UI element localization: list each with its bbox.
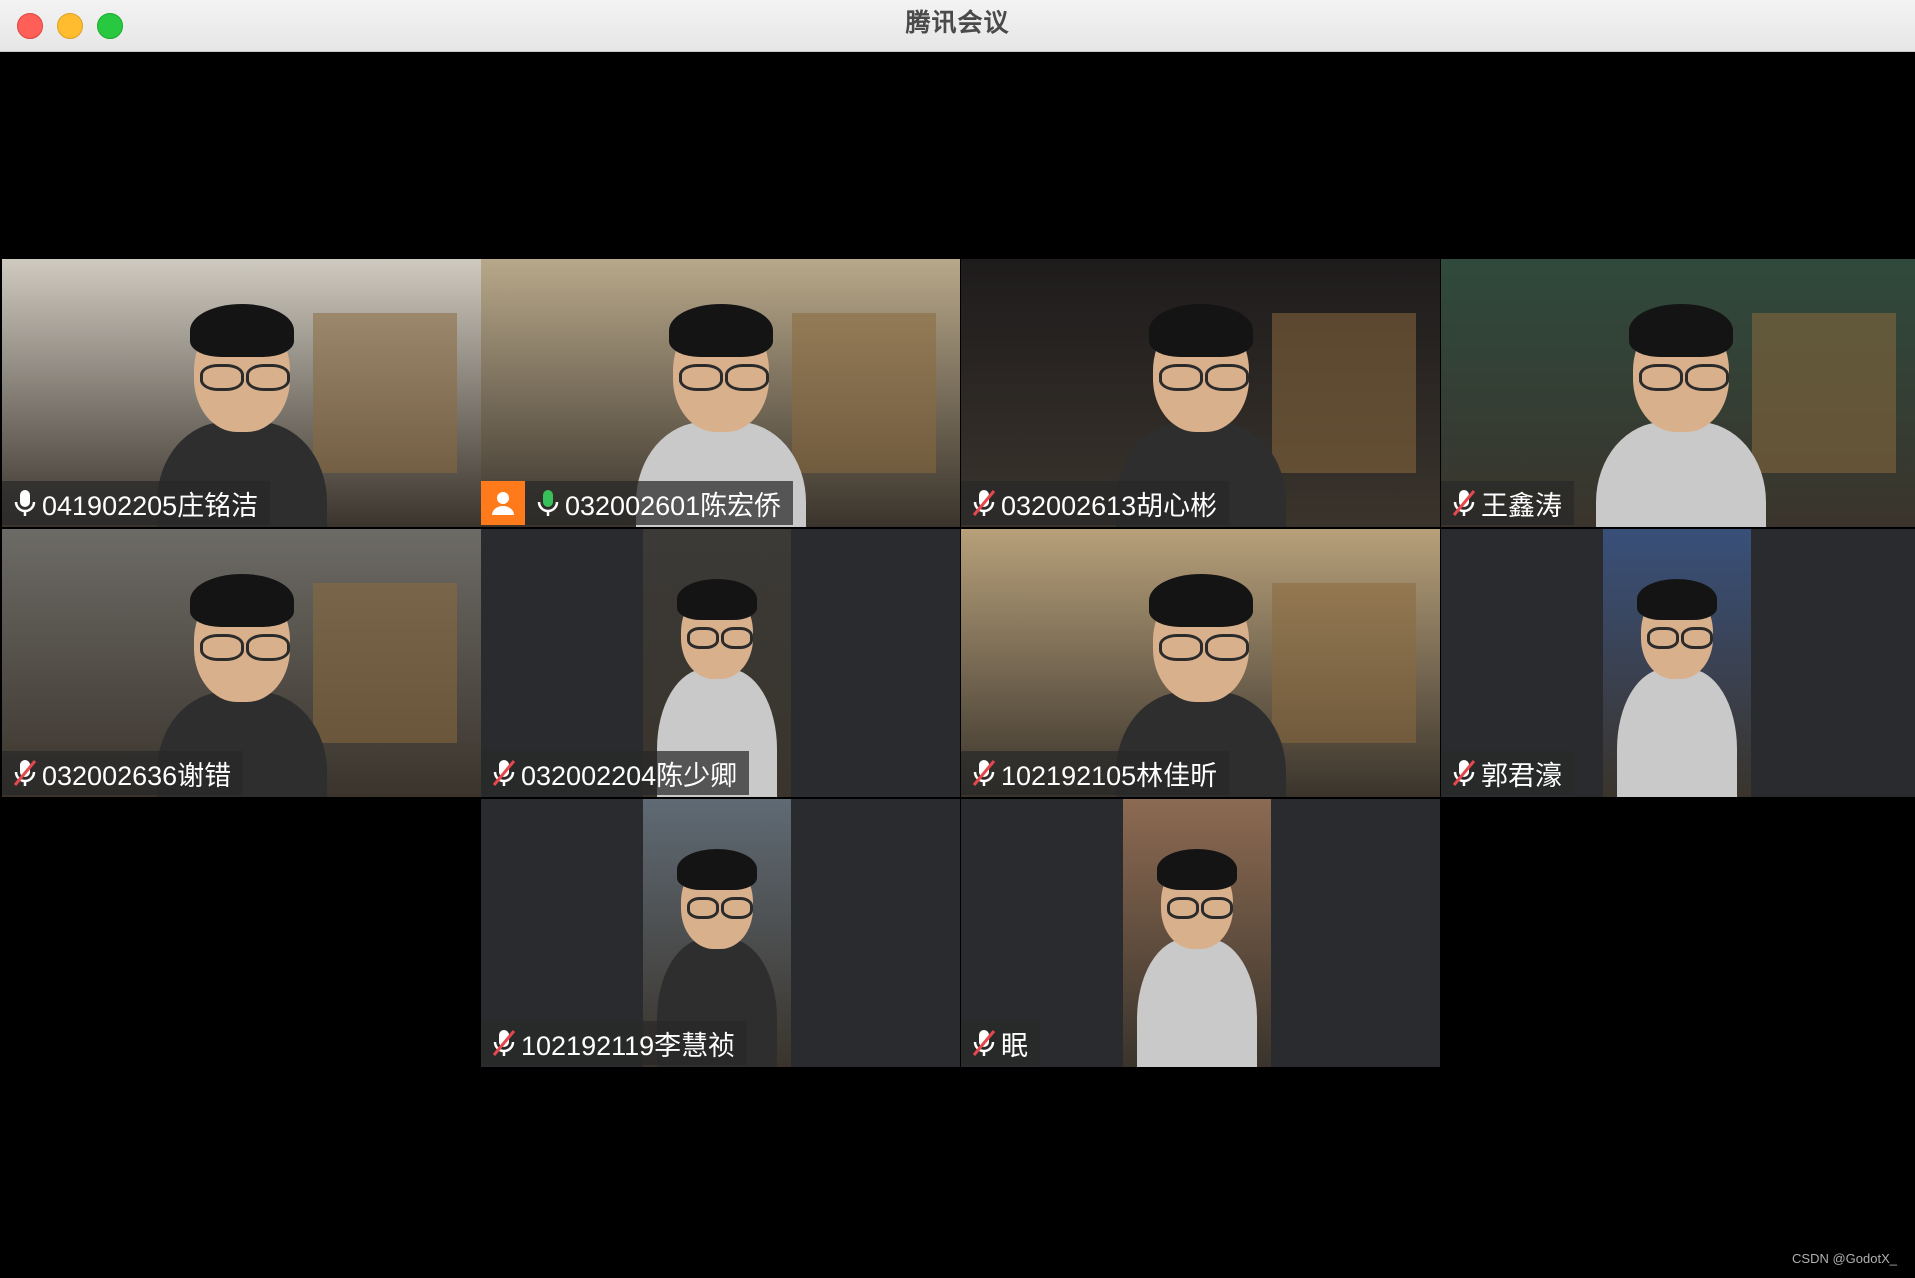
participant-tile[interactable]: 眠	[961, 799, 1440, 1067]
host-person-icon	[481, 481, 525, 525]
participant-tile[interactable]: 郭君濠	[1441, 529, 1915, 797]
participant-name: 041902205庄铭洁	[42, 490, 259, 521]
mic-muted-icon	[8, 758, 42, 788]
video-grid: 041902205庄铭洁 032002601陈宏侨 032002613胡心彬 王鑫涛 0…	[0, 259, 1915, 1069]
participant-name: 102192105林佳昕	[1001, 760, 1218, 791]
mic-muted-icon	[487, 758, 521, 788]
mic-muted-icon	[967, 1028, 1001, 1058]
participant-video	[1123, 799, 1271, 1067]
participant-name: 102192119李慧祯	[521, 1030, 736, 1061]
participant-figure	[1137, 799, 1257, 1067]
mic-muted-icon	[487, 1028, 521, 1058]
participant-figure	[1595, 259, 1766, 527]
participant-name: 032002636谢错	[42, 760, 232, 791]
watermark: CSDN @GodotX_	[1792, 1251, 1897, 1266]
participant-name: 郭君濠	[1481, 760, 1562, 791]
mic-on-icon	[8, 488, 42, 518]
mic-muted-icon	[967, 758, 1001, 788]
participant-tile[interactable]: 032002204陈少卿	[481, 529, 960, 797]
participant-name-label: 032002613胡心彬	[961, 481, 1230, 525]
participant-tile[interactable]: 032002601陈宏侨	[481, 259, 960, 527]
participant-name-label: 眠	[961, 1021, 1040, 1065]
participant-tile[interactable]: 102192119李慧祯	[481, 799, 960, 1067]
window-title: 腾讯会议	[905, 9, 1010, 37]
participant-figure	[1617, 529, 1737, 797]
participant-name-label: 102192119李慧祯	[481, 1021, 748, 1065]
mic-muted-icon	[1447, 758, 1481, 788]
participant-name: 032002204陈少卿	[521, 760, 738, 791]
participant-name-label: 032002601陈宏侨	[481, 481, 794, 525]
mic-muted-icon	[967, 488, 1001, 518]
participant-name-label: 王鑫涛	[1441, 481, 1574, 525]
participant-name: 032002601陈宏侨	[565, 490, 782, 521]
participant-tile[interactable]: 032002636谢错	[2, 529, 481, 797]
participant-name-label: 032002636谢错	[2, 751, 244, 795]
participant-name-label: 041902205庄铭洁	[2, 481, 271, 525]
participant-tile[interactable]: 032002613胡心彬	[961, 259, 1440, 527]
participant-name: 眠	[1001, 1030, 1028, 1061]
participant-name-label: 032002204陈少卿	[481, 751, 750, 795]
mic-muted-icon	[1447, 488, 1481, 518]
meeting-window: 腾讯会议 041902205庄铭洁 032002601陈宏侨 032002613胡心…	[0, 0, 1915, 1278]
participant-tile[interactable]: 102192105林佳昕	[961, 529, 1440, 797]
participant-tile[interactable]: 041902205庄铭洁	[2, 259, 481, 527]
title-bar: 腾讯会议	[0, 0, 1915, 52]
participant-video	[1603, 529, 1751, 797]
participant-name-label: 102192105林佳昕	[961, 751, 1230, 795]
participant-name: 王鑫涛	[1481, 490, 1562, 521]
mic-on-icon	[531, 488, 565, 518]
participant-name: 032002613胡心彬	[1001, 490, 1218, 521]
participant-tile[interactable]: 王鑫涛	[1441, 259, 1915, 527]
participant-name-label: 郭君濠	[1441, 751, 1574, 795]
